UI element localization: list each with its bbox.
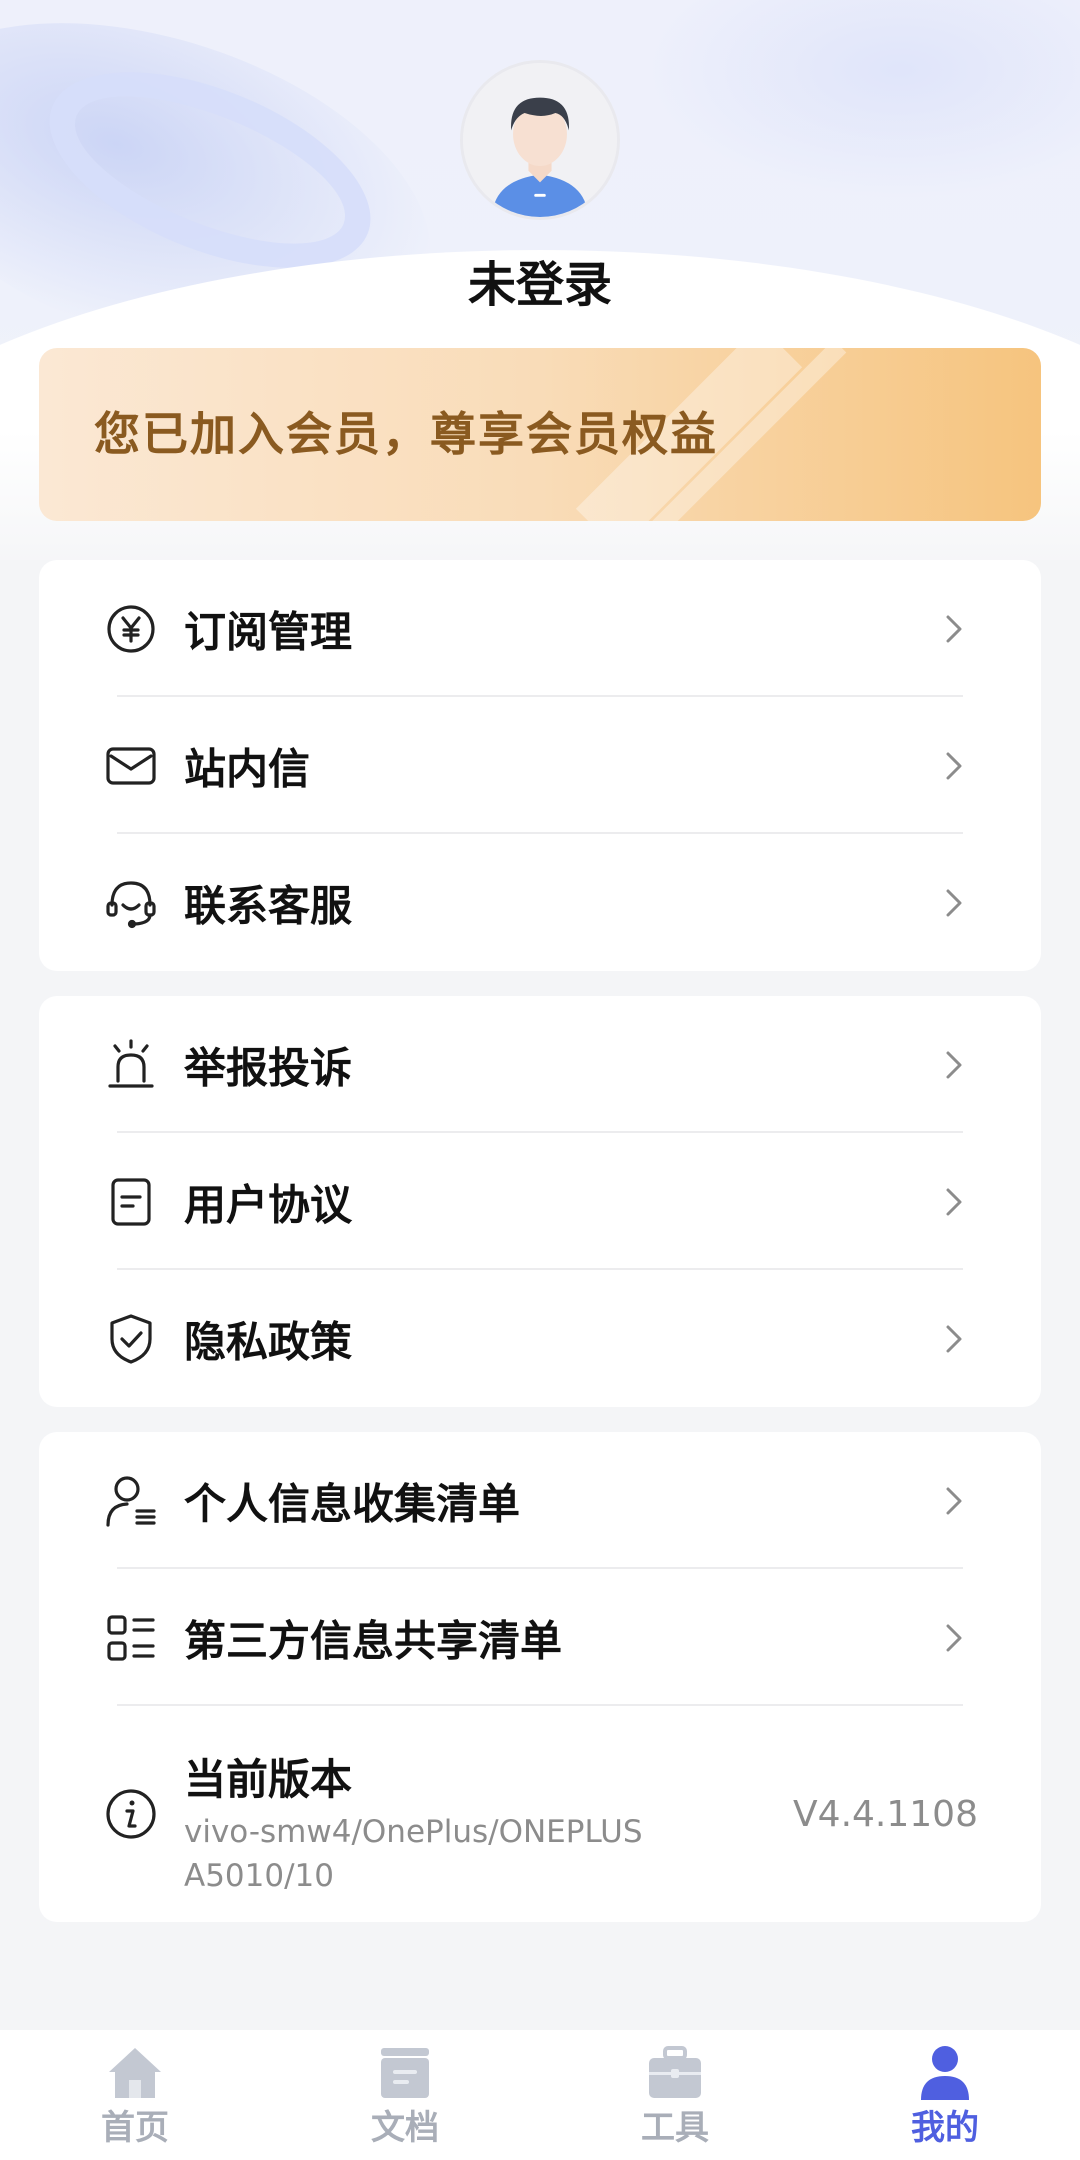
chevron-right-icon bbox=[934, 1481, 974, 1521]
home-icon bbox=[105, 2044, 165, 2100]
menu-item-label: 订阅管理 bbox=[184, 607, 353, 656]
menu-item-personal-info-list[interactable]: 个人信息收集清单 bbox=[39, 1432, 1041, 1569]
menu-item-inbox[interactable]: 站内信 bbox=[39, 697, 1041, 834]
device-info-line: A5010/10 bbox=[184, 1858, 334, 1894]
menu-item-label: 举报投诉 bbox=[184, 1043, 353, 1092]
user-list-icon bbox=[103, 1473, 159, 1529]
chevron-right-icon bbox=[934, 746, 974, 786]
tab-label: 我的 bbox=[911, 2108, 979, 2148]
yen-circle-icon bbox=[103, 601, 159, 657]
menu-item-third-party-sharing-list[interactable]: 第三方信息共享清单 bbox=[39, 1569, 1041, 1706]
chevron-right-icon bbox=[934, 1618, 974, 1658]
tab-documents[interactable]: 文档 bbox=[270, 2030, 540, 2160]
menu-item-user-agreement[interactable]: 用户协议 bbox=[39, 1133, 1041, 1270]
menu-item-customer-service[interactable]: 联系客服 bbox=[39, 834, 1041, 971]
menu-card-info: 个人信息收集清单 第三方信息共享清单 当前版本 vivo-smw4/OnePlu… bbox=[39, 1432, 1041, 1922]
vip-banner[interactable]: 您已加入会员，尊享会员权益 bbox=[39, 348, 1041, 521]
menu-item-label: 用户协议 bbox=[184, 1180, 353, 1229]
bottom-tab-bar: 首页 文档 工具 我的 bbox=[0, 2030, 1080, 2160]
chevron-right-icon bbox=[934, 1045, 974, 1085]
version-label: 当前版本 bbox=[184, 1755, 353, 1804]
version-number: V4.4.1108 bbox=[793, 1794, 978, 1835]
toolbox-icon bbox=[645, 2044, 705, 2100]
tab-label: 工具 bbox=[641, 2108, 709, 2148]
menu-item-label: 第三方信息共享清单 bbox=[184, 1616, 563, 1665]
tab-label: 首页 bbox=[101, 2108, 169, 2148]
document-box-icon bbox=[375, 2044, 435, 2100]
tab-home[interactable]: 首页 bbox=[0, 2030, 270, 2160]
user-icon bbox=[915, 2044, 975, 2100]
menu-card-legal: 举报投诉 用户协议 隐私政策 bbox=[39, 996, 1041, 1407]
chevron-right-icon bbox=[934, 1182, 974, 1222]
tab-mine[interactable]: 我的 bbox=[810, 2030, 1080, 2160]
menu-item-label: 联系客服 bbox=[184, 881, 353, 930]
menu-item-label: 隐私政策 bbox=[184, 1317, 353, 1366]
device-info-line: vivo-smw4/OnePlus/ONEPLUS bbox=[184, 1814, 643, 1850]
username[interactable]: 未登录 bbox=[0, 245, 1080, 315]
chevron-right-icon bbox=[934, 1319, 974, 1359]
info-icon bbox=[103, 1786, 159, 1842]
tab-tools[interactable]: 工具 bbox=[540, 2030, 810, 2160]
menu-item-privacy-policy[interactable]: 隐私政策 bbox=[39, 1270, 1041, 1407]
menu-item-current-version[interactable]: 当前版本 vivo-smw4/OnePlus/ONEPLUS A5010/10 … bbox=[39, 1706, 1041, 1922]
envelope-icon bbox=[103, 738, 159, 794]
chevron-right-icon bbox=[934, 883, 974, 923]
tab-label: 文档 bbox=[371, 2108, 439, 2148]
avatar[interactable] bbox=[460, 60, 620, 220]
menu-card-account: 订阅管理 站内信 联系客服 bbox=[39, 560, 1041, 971]
shield-check-icon bbox=[103, 1311, 159, 1367]
vip-banner-text: 您已加入会员，尊享会员权益 bbox=[94, 407, 718, 461]
menu-item-report[interactable]: 举报投诉 bbox=[39, 996, 1041, 1133]
chevron-right-icon bbox=[934, 609, 974, 649]
menu-item-label: 个人信息收集清单 bbox=[184, 1479, 521, 1528]
device-info: vivo-smw4/OnePlus/ONEPLUS A5010/10 bbox=[184, 1810, 744, 1898]
headset-icon bbox=[103, 875, 159, 931]
menu-item-label: 站内信 bbox=[184, 744, 311, 793]
document-icon bbox=[103, 1174, 159, 1230]
avatar-icon bbox=[463, 63, 617, 217]
grid-list-icon bbox=[103, 1610, 159, 1666]
alarm-icon bbox=[103, 1037, 159, 1093]
menu-item-subscription[interactable]: 订阅管理 bbox=[39, 560, 1041, 697]
